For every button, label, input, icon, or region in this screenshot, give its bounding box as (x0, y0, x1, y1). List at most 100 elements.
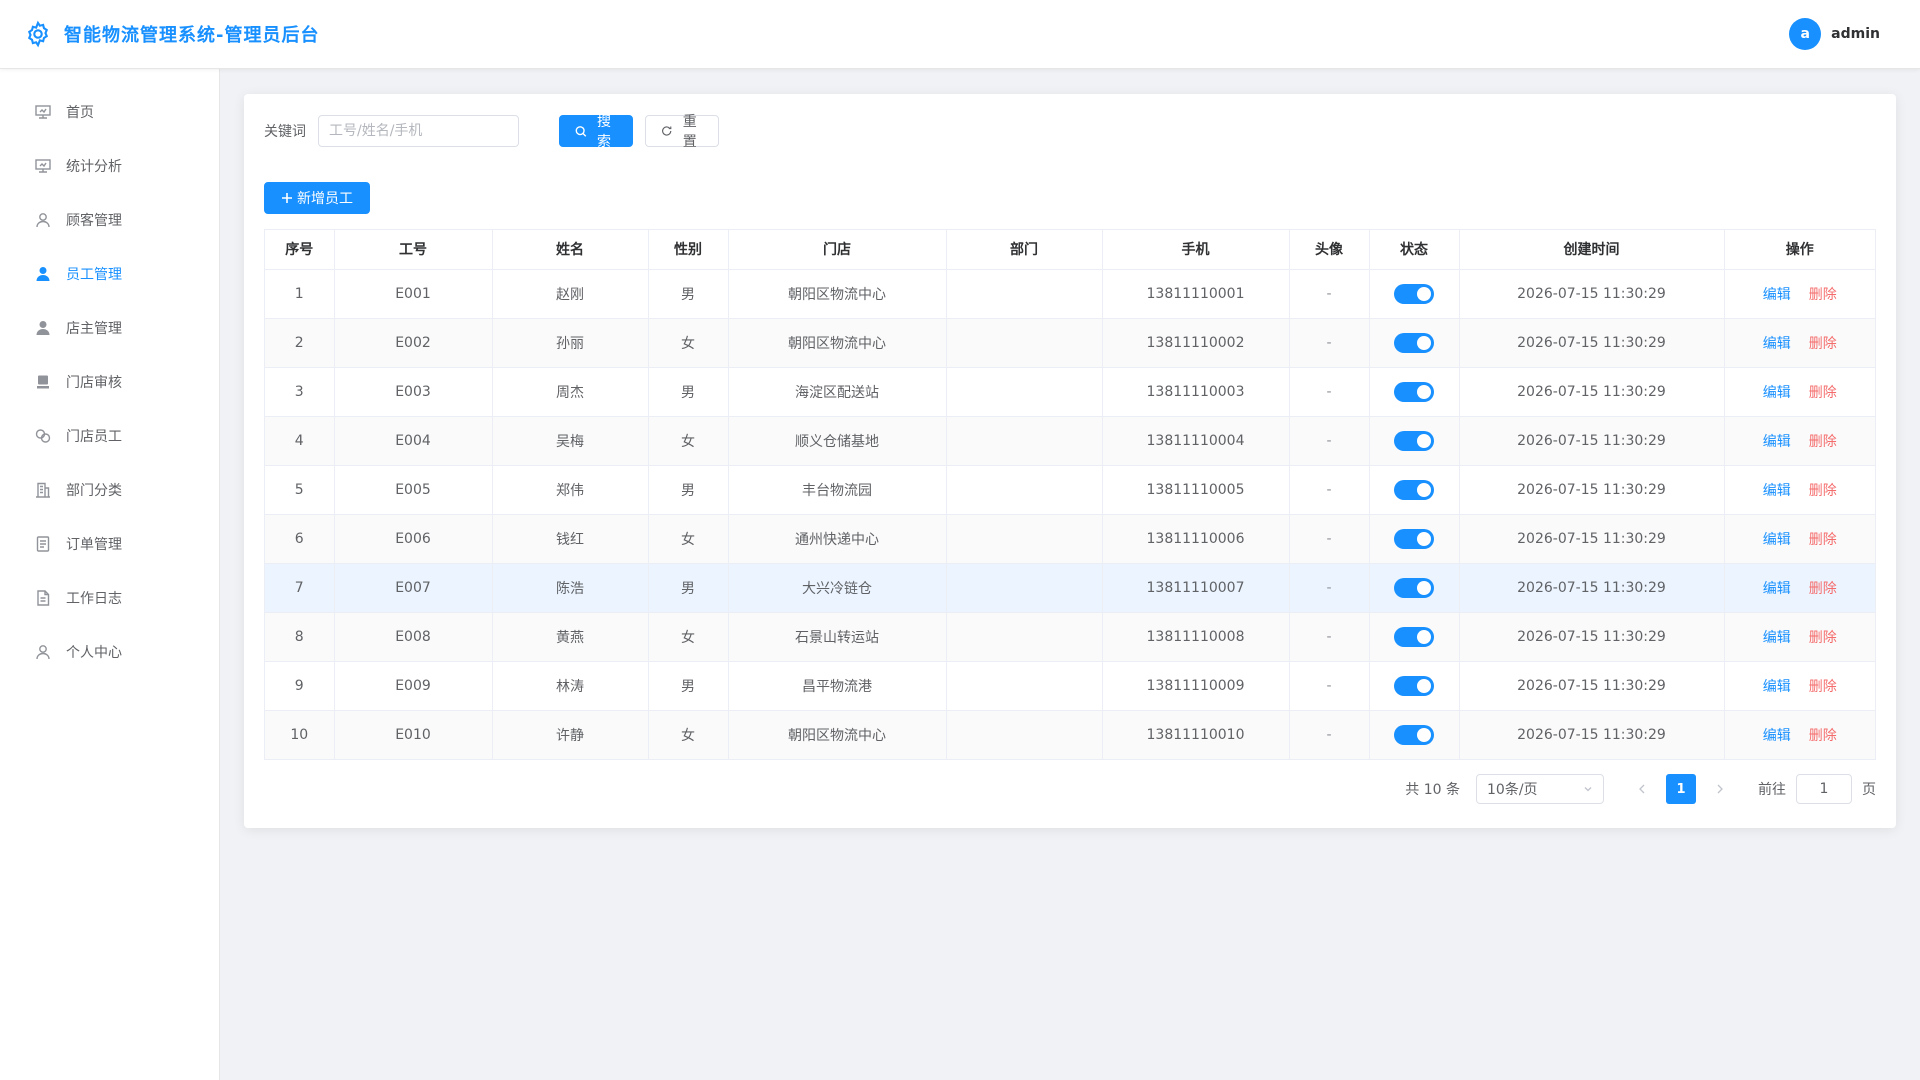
sidebar-item-label: 门店员工 (66, 429, 122, 445)
edit-button[interactable]: 编辑 (1763, 630, 1791, 646)
cell-code: E001 (334, 269, 493, 319)
cell-status (1369, 318, 1460, 368)
username[interactable]: admin (1831, 26, 1880, 42)
delete-button[interactable]: 删除 (1809, 385, 1837, 401)
keyword-label: 关键词 (264, 124, 306, 140)
delete-button[interactable]: 删除 (1809, 581, 1837, 597)
edit-button[interactable]: 编辑 (1763, 679, 1791, 695)
table-row[interactable]: 1 E001 赵刚男朝阳区物流中心 13811110001- 2026-07-15 11… (265, 269, 1875, 319)
delete-button[interactable]: 删除 (1809, 728, 1837, 744)
goto-page-input[interactable] (1796, 774, 1852, 804)
keyword-input[interactable] (318, 115, 519, 147)
cell-dept (946, 514, 1103, 564)
edit-button[interactable]: 编辑 (1763, 483, 1791, 499)
page-size-select[interactable]: 10条/页 (1476, 774, 1604, 804)
sidebar-item-orders[interactable]: 订单管理 (0, 517, 219, 571)
edit-button[interactable]: 编辑 (1763, 287, 1791, 303)
sidebar-item-departments[interactable]: 部门分类 (0, 463, 219, 517)
cell-code: E004 (334, 416, 493, 466)
cell-no: 7 (265, 563, 335, 613)
cell-status (1369, 661, 1460, 711)
monitor-icon (35, 159, 51, 173)
status-toggle[interactable] (1394, 430, 1434, 451)
edit-button[interactable]: 编辑 (1763, 336, 1791, 352)
cell-code: E002 (334, 318, 493, 368)
sidebar-item-label: 员工管理 (66, 267, 122, 283)
delete-button[interactable]: 删除 (1809, 630, 1837, 646)
prev-page-button[interactable] (1628, 775, 1656, 803)
status-toggle[interactable] (1394, 528, 1434, 549)
search-button-label: 搜索 (597, 114, 612, 150)
table-row[interactable]: 7 E007 陈浩男大兴冷链仓 13811110007- 2026-07-15 11:3… (265, 563, 1875, 613)
goto-label: 前往 (1758, 782, 1786, 798)
add-employee-button[interactable]: 新增员工 (264, 182, 370, 214)
sidebar-item-profile[interactable]: 个人中心 (0, 625, 219, 679)
brand: 智能物流管理系统-管理员后台 (24, 20, 319, 48)
cell-status (1369, 465, 1460, 515)
cell-dept (946, 367, 1103, 417)
sidebar-item-statistics[interactable]: 统计分析 (0, 139, 219, 193)
table-row[interactable]: 5 E005 郑伟男丰台物流园 13811110005- 2026-07-15 11:3… (265, 465, 1875, 515)
cell-name: 郑伟 (492, 465, 649, 515)
table-row[interactable]: 8 E008 黄燕女石景山转运站 13811110008- 2026-07-15 11:… (265, 612, 1875, 662)
cell-no: 8 (265, 612, 335, 662)
top-header: 智能物流管理系统-管理员后台 a admin (0, 0, 1920, 69)
delete-button[interactable]: 删除 (1809, 532, 1837, 548)
status-toggle[interactable] (1394, 724, 1434, 745)
sidebar-item-owners[interactable]: 店主管理 (0, 301, 219, 355)
edit-button[interactable]: 编辑 (1763, 532, 1791, 548)
avatar[interactable]: a (1789, 18, 1822, 50)
search-bar: 关键词 搜索 重置 (264, 114, 1876, 150)
delete-button[interactable]: 删除 (1809, 679, 1837, 695)
user-filled-icon (36, 267, 50, 281)
user-menu[interactable]: a admin (1789, 18, 1880, 50)
delete-button[interactable]: 删除 (1809, 483, 1837, 499)
column-header: 门店 (728, 230, 947, 270)
sidebar-item-customers[interactable]: 顾客管理 (0, 193, 219, 247)
table-row[interactable]: 10 E010 许静女朝阳区物流中心 13811110010- 2026-07-15 1… (265, 710, 1875, 759)
edit-button[interactable]: 编辑 (1763, 581, 1791, 597)
table-row[interactable]: 3 E003 周杰男海淀区配送站 13811110003- 2026-07-15 11:… (265, 367, 1875, 417)
delete-button[interactable]: 删除 (1809, 287, 1837, 303)
sidebar-item-worklog[interactable]: 工作日志 (0, 571, 219, 625)
status-toggle[interactable] (1394, 626, 1434, 647)
edit-button[interactable]: 编辑 (1763, 728, 1791, 744)
cell-phone: 13811110005 (1102, 465, 1290, 515)
table-row[interactable]: 4 E004 吴梅女顺义仓储基地 13811110004- 2026-07-15 11:… (265, 416, 1875, 466)
cell-store: 朝阳区物流中心 (728, 710, 947, 759)
status-toggle[interactable] (1394, 675, 1434, 696)
delete-button[interactable]: 删除 (1809, 434, 1837, 450)
cell-avatar: - (1289, 269, 1370, 319)
delete-button[interactable]: 删除 (1809, 336, 1837, 352)
sidebar-item-home[interactable]: 首页 (0, 85, 219, 139)
sidebar-item-store-staff[interactable]: 门店员工 (0, 409, 219, 463)
edit-button[interactable]: 编辑 (1763, 385, 1791, 401)
status-toggle[interactable] (1394, 332, 1434, 353)
monitor-icon (35, 105, 51, 119)
cell-name: 林涛 (492, 661, 649, 711)
sidebar-item-store-review[interactable]: 门店审核 (0, 355, 219, 409)
page-number-current[interactable]: 1 (1666, 774, 1696, 804)
cell-gender: 女 (648, 710, 729, 759)
table-row[interactable]: 2 E002 孙丽女朝阳区物流中心 13811110002- 2026-07-15 11… (265, 318, 1875, 368)
edit-button[interactable]: 编辑 (1763, 434, 1791, 450)
column-header: 创建时间 (1459, 230, 1725, 270)
cell-code: E007 (334, 563, 493, 613)
status-toggle[interactable] (1394, 479, 1434, 500)
table-row[interactable]: 6 E006 钱红女通州快递中心 13811110006- 2026-07-15 11:… (265, 514, 1875, 564)
search-button[interactable]: 搜索 (559, 114, 633, 150)
table-row[interactable]: 9 E009 林涛男昌平物流港 13811110009- 2026-07-15 11:3… (265, 661, 1875, 711)
cell-phone: 13811110008 (1102, 612, 1290, 662)
status-toggle[interactable] (1394, 381, 1434, 402)
column-header: 操作 (1724, 230, 1875, 270)
status-toggle[interactable] (1394, 283, 1434, 304)
cell-dept (946, 416, 1103, 466)
sidebar-item-employees[interactable]: 员工管理 (0, 247, 219, 301)
status-toggle[interactable] (1394, 577, 1434, 598)
cell-name: 黄燕 (492, 612, 649, 662)
reset-button[interactable]: 重置 (645, 114, 719, 150)
sidebar-item-label: 个人中心 (66, 645, 122, 661)
cell-gender: 女 (648, 612, 729, 662)
cell-avatar: - (1289, 367, 1370, 417)
next-page-button[interactable] (1706, 775, 1734, 803)
